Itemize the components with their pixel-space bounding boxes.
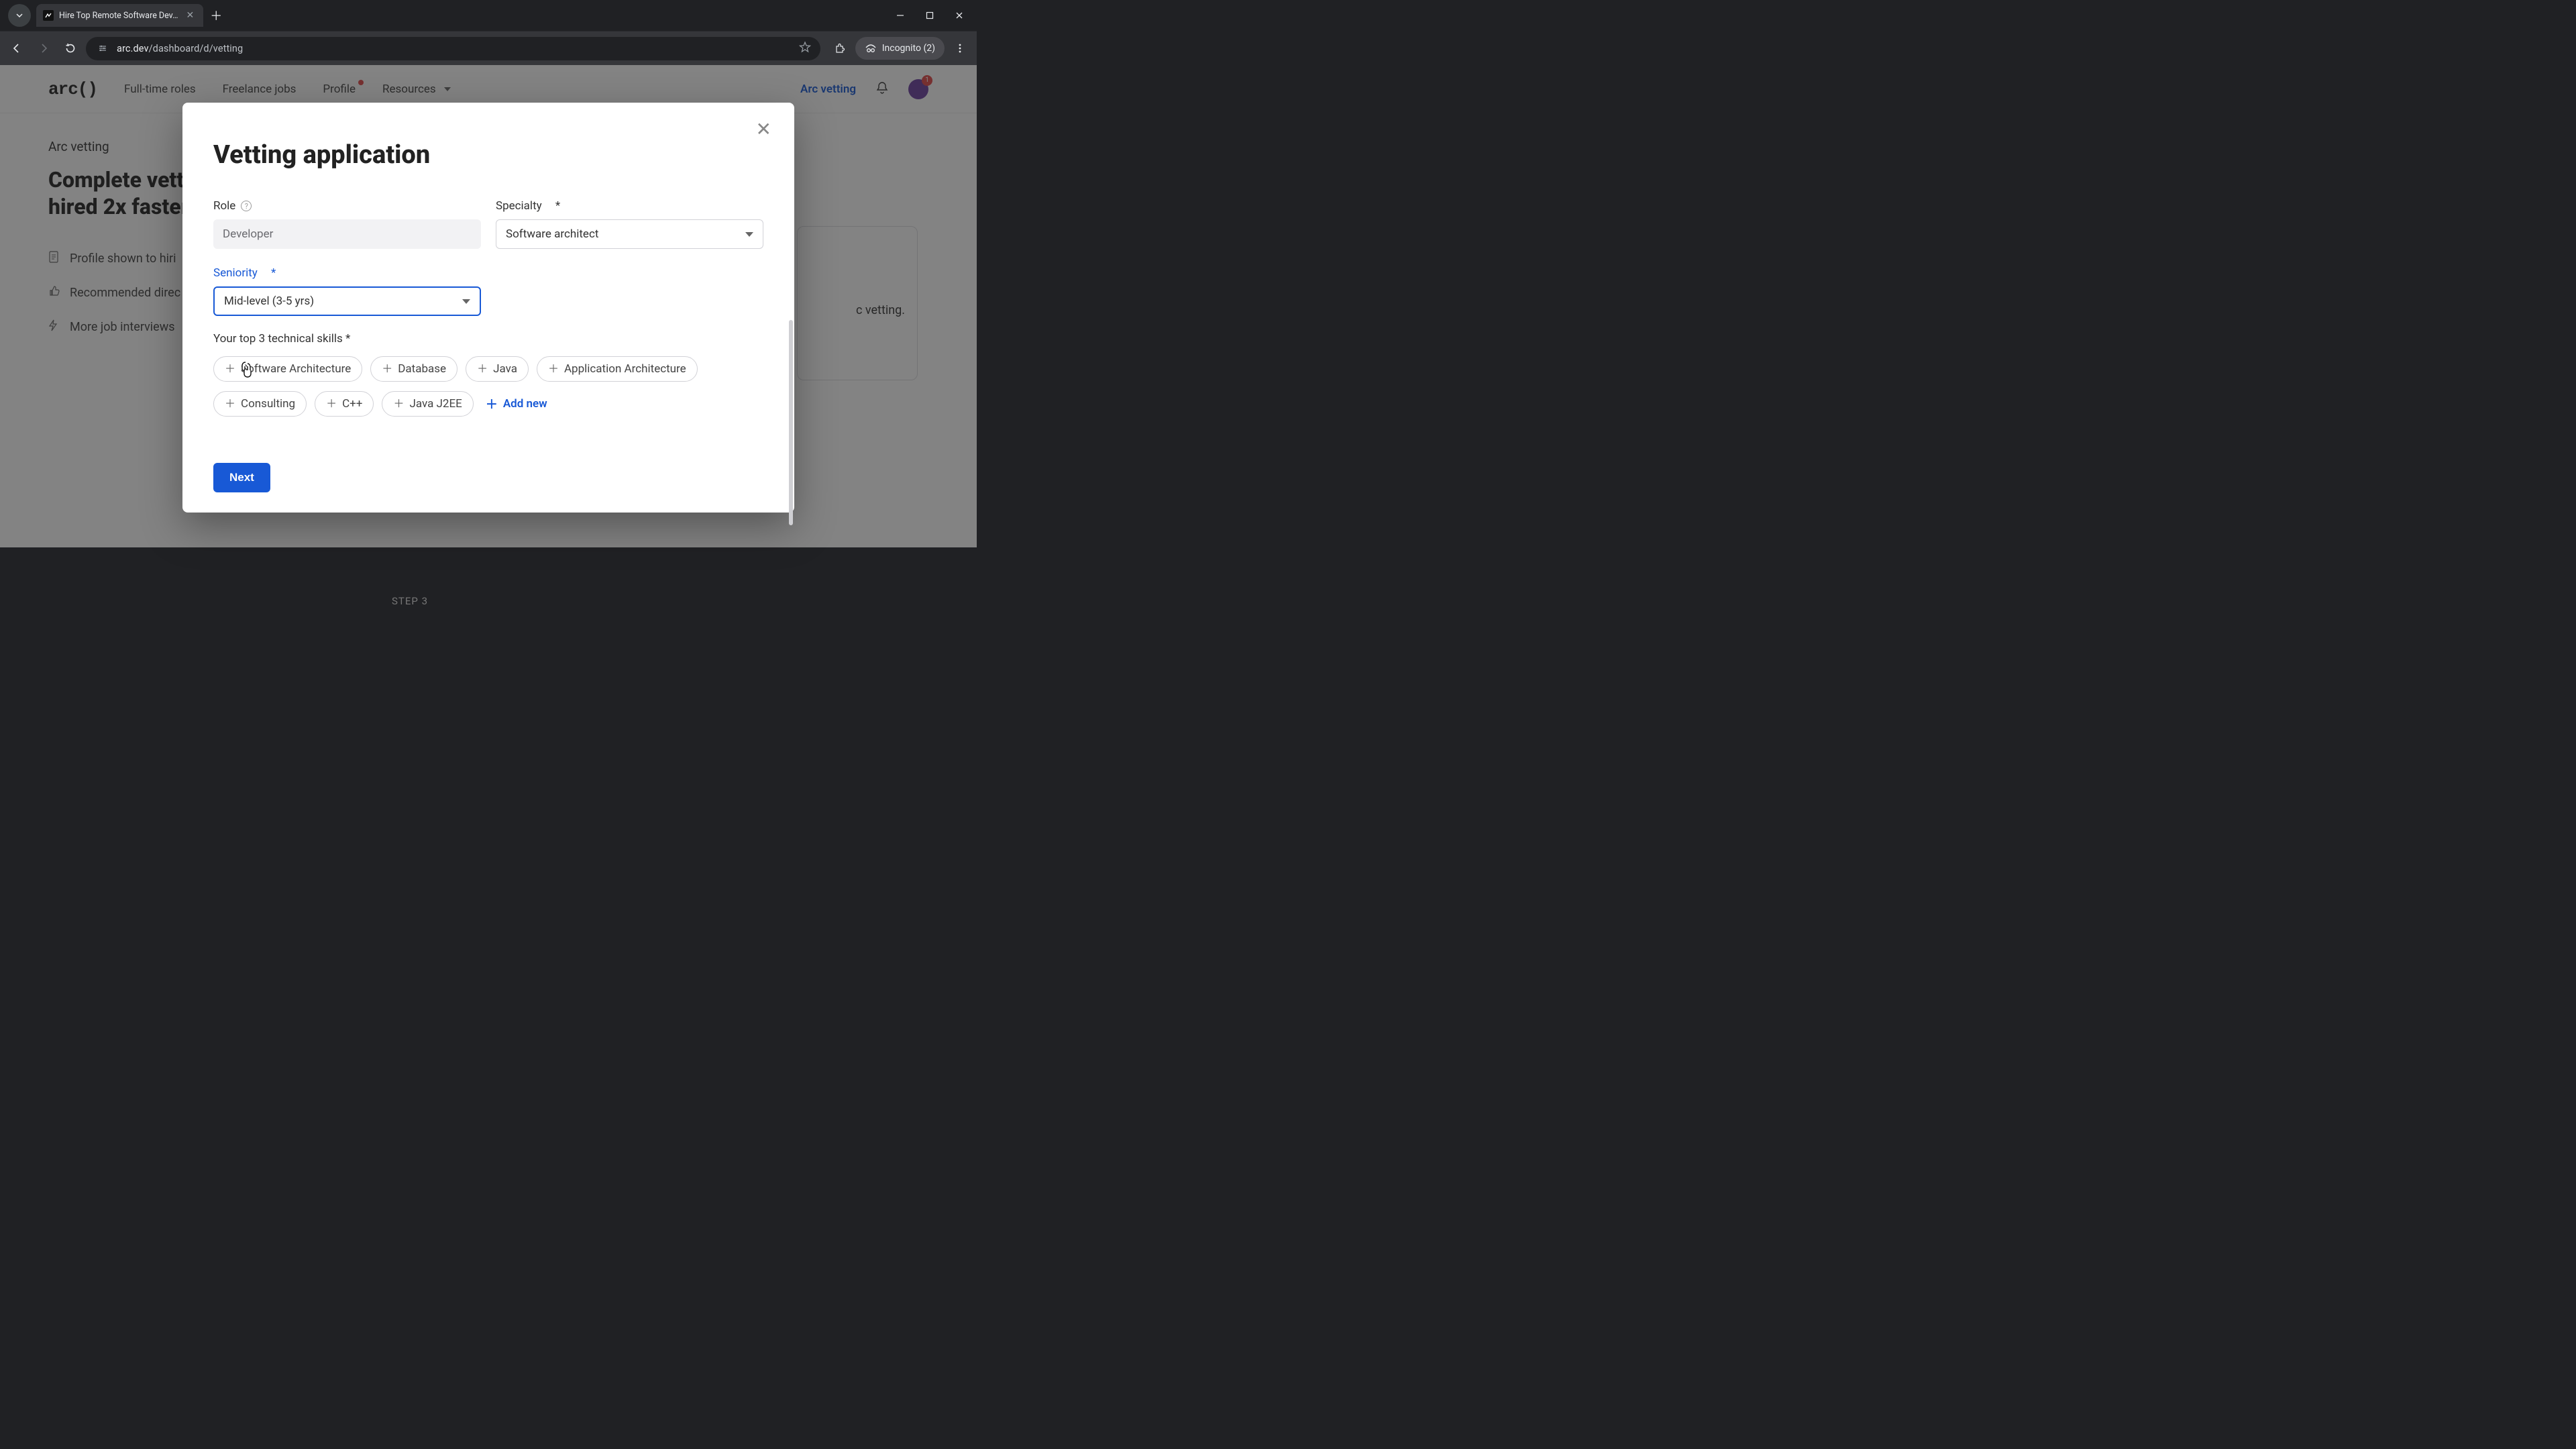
next-button[interactable]: Next bbox=[213, 463, 270, 492]
skill-chip[interactable]: ＋Java J2EE bbox=[382, 391, 473, 417]
field-specialty: Specialty * Software architect bbox=[496, 199, 763, 249]
step-label: STEP 3 bbox=[392, 595, 428, 607]
plus-icon: ＋ bbox=[382, 364, 392, 374]
field-seniority: Seniority * Mid-level (3-5 yrs) bbox=[213, 266, 481, 316]
new-tab-button[interactable]: ＋ bbox=[203, 4, 229, 27]
plus-icon: ＋ bbox=[393, 398, 404, 409]
skills-label: Your top 3 technical skills * bbox=[213, 332, 763, 345]
role-label: Role ? bbox=[213, 199, 481, 213]
seniority-select[interactable]: Mid-level (3-5 yrs) bbox=[213, 286, 481, 316]
incognito-indicator[interactable]: Incognito (2) bbox=[855, 37, 945, 60]
skill-chip[interactable]: ＋C++ bbox=[315, 391, 374, 417]
arrow-left-icon bbox=[11, 42, 23, 54]
help-icon[interactable]: ? bbox=[241, 201, 252, 211]
reload-button[interactable] bbox=[59, 37, 82, 60]
window-close-button[interactable] bbox=[946, 5, 973, 25]
bookmark-button[interactable] bbox=[799, 41, 811, 56]
modal-title: Vetting application bbox=[213, 140, 763, 170]
maximize-button[interactable] bbox=[916, 5, 943, 25]
incognito-icon bbox=[865, 44, 877, 53]
skill-chip[interactable]: ＋Database bbox=[370, 356, 458, 382]
plus-icon: ＋ bbox=[486, 395, 498, 413]
skill-chip[interactable]: ＋Software Architecture bbox=[213, 356, 362, 382]
window-controls bbox=[887, 0, 973, 31]
forward-button[interactable] bbox=[32, 37, 55, 60]
skill-chip[interactable]: ＋Application Architecture bbox=[537, 356, 698, 382]
browser-chrome: Hire Top Remote Software Dev… ✕ ＋ bbox=[0, 0, 977, 65]
chevron-down-icon bbox=[745, 232, 753, 237]
modal-footer: Next bbox=[213, 463, 763, 492]
browser-toolbar: arc.dev/dashboard/d/vetting Incognito (2… bbox=[0, 31, 977, 65]
modal-close-button[interactable]: ✕ bbox=[756, 120, 771, 139]
puzzle-icon bbox=[834, 42, 846, 54]
skill-chip[interactable]: ＋Consulting bbox=[213, 391, 307, 417]
plus-icon: ＋ bbox=[548, 364, 559, 374]
arrow-right-icon bbox=[38, 42, 50, 54]
address-bar[interactable]: arc.dev/dashboard/d/vetting bbox=[86, 37, 820, 60]
plus-icon: ＋ bbox=[225, 364, 235, 374]
plus-icon: ＋ bbox=[477, 364, 488, 374]
star-icon bbox=[799, 41, 811, 53]
reload-icon bbox=[64, 42, 76, 54]
skills-section: Your top 3 technical skills * ＋Software … bbox=[213, 332, 763, 418]
incognito-label: Incognito (2) bbox=[882, 43, 935, 54]
favicon-icon bbox=[43, 10, 54, 21]
modal-scrollbar[interactable] bbox=[789, 320, 793, 525]
back-button[interactable] bbox=[5, 37, 28, 60]
specialty-label: Specialty * bbox=[496, 199, 763, 213]
seniority-value: Mid-level (3-5 yrs) bbox=[224, 294, 314, 308]
tabs-row: Hire Top Remote Software Dev… ✕ ＋ bbox=[0, 0, 977, 31]
tab-title: Hire Top Remote Software Dev… bbox=[59, 11, 178, 21]
plus-icon: ＋ bbox=[326, 398, 337, 409]
chevron-down-icon bbox=[462, 299, 470, 304]
field-role: Role ? Developer bbox=[213, 199, 481, 249]
specialty-select[interactable]: Software architect bbox=[496, 219, 763, 249]
browser-menu-button[interactable] bbox=[949, 37, 971, 60]
tab-search-button[interactable] bbox=[8, 4, 31, 27]
kebab-icon bbox=[954, 42, 966, 54]
role-value: Developer bbox=[213, 219, 481, 249]
site-settings-icon[interactable] bbox=[95, 41, 110, 56]
form-grid: Role ? Developer Specialty * Software ar… bbox=[213, 199, 763, 316]
url-text: arc.dev/dashboard/d/vetting bbox=[117, 43, 243, 54]
specialty-value: Software architect bbox=[506, 227, 598, 241]
skills-chips: ＋Software Architecture ＋Database ＋Java ＋… bbox=[213, 356, 763, 418]
plus-icon: ＋ bbox=[225, 398, 235, 409]
vetting-modal: ✕ Vetting application Role ? Developer S… bbox=[182, 103, 794, 513]
add-skill-button[interactable]: ＋Add new bbox=[482, 390, 551, 418]
browser-tab-active[interactable]: Hire Top Remote Software Dev… ✕ bbox=[36, 4, 203, 27]
minimize-button[interactable] bbox=[887, 5, 914, 25]
seniority-label: Seniority * bbox=[213, 266, 481, 280]
tab-close-button[interactable]: ✕ bbox=[183, 9, 197, 22]
chevron-down-icon bbox=[15, 11, 23, 19]
skill-chip[interactable]: ＋Java bbox=[466, 356, 529, 382]
extensions-button[interactable] bbox=[828, 37, 851, 60]
